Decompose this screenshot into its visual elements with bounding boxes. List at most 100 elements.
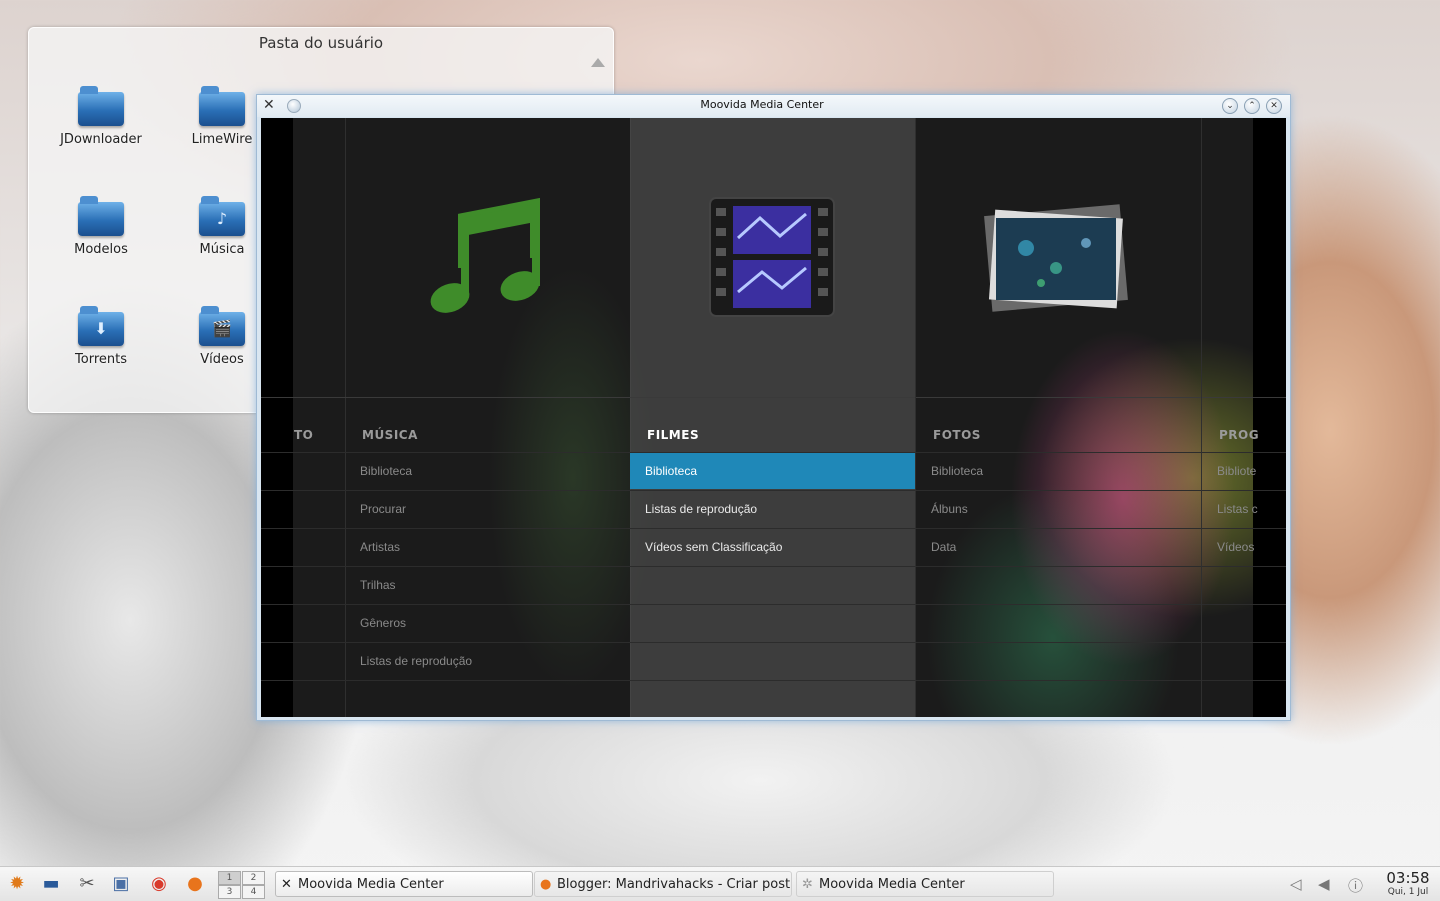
maximize-button[interactable]: ⌃ (1244, 98, 1260, 114)
volume-icon[interactable]: ◀ (1318, 875, 1330, 893)
speaker-muted-icon[interactable]: ◁ (1290, 875, 1302, 893)
folder-label: Modelos (74, 242, 128, 257)
pager-desktop-1[interactable]: 1 (218, 871, 241, 885)
pager-desktop-4[interactable]: 4 (242, 885, 265, 899)
list-item[interactable]: Biblioteca (345, 452, 630, 489)
list-item[interactable] (916, 604, 1201, 641)
list-item[interactable] (261, 490, 345, 527)
column-art (1202, 118, 1286, 398)
moovida-icon: ✕ (281, 877, 292, 892)
list-item[interactable] (345, 680, 630, 717)
folder-download-icon: ⬇ (78, 306, 124, 346)
column-header: PROG (1219, 428, 1260, 442)
list-item[interactable] (1202, 680, 1286, 717)
column-partial-left[interactable]: TO (261, 118, 346, 717)
list-item[interactable]: Listas de reprodução (345, 642, 630, 679)
list-item[interactable] (630, 642, 915, 679)
list-item[interactable]: Bibliote (1202, 452, 1286, 489)
taskbar: ✹ ▬ ✂ ▣ ◉ ● 1 2 3 4 ✕ Moovida Media Cent… (0, 866, 1440, 901)
film-strip-icon (709, 197, 835, 317)
firefox-icon[interactable]: ● (182, 873, 208, 895)
column-filmes[interactable]: FILMES Biblioteca Listas de reprodução V… (630, 118, 916, 717)
close-button[interactable]: ✕ (1266, 98, 1282, 114)
list-item[interactable] (1202, 566, 1286, 603)
firefox-icon: ● (540, 877, 552, 892)
list-item[interactable]: Biblioteca (916, 452, 1201, 489)
list-item[interactable] (630, 680, 915, 717)
list-item[interactable] (261, 452, 345, 489)
music-art (345, 118, 630, 398)
folder-videos-icon: 🎬 (199, 306, 245, 346)
column-header: MÚSICA (362, 428, 418, 442)
desktop-pager: 1 2 3 4 (218, 870, 266, 899)
column-header: FOTOS (933, 428, 981, 442)
task-moovida[interactable]: ✕ Moovida Media Center (275, 871, 533, 897)
system-settings-icon[interactable]: ▣ (108, 873, 134, 895)
list-item[interactable] (261, 680, 345, 717)
list-item[interactable]: Data (916, 528, 1201, 565)
column-programas[interactable]: PROG Bibliote Listas c Vídeos (1202, 118, 1286, 717)
media-center-panel: TO MÚSICA Biblioteca Procurar Artistas T… (261, 118, 1286, 717)
task-label: Blogger: Mandrivahacks - Criar post ao (557, 877, 792, 892)
folder-item-torrents[interactable]: ⬇ Torrents (46, 306, 156, 367)
pager-desktop-3[interactable]: 3 (218, 885, 241, 899)
window-titlebar[interactable]: ✕ Moovida Media Center ⌄ ⌃ ✕ (257, 95, 1290, 117)
kde-menu-icon[interactable]: ✹ (4, 873, 30, 895)
loading-icon: ✲ (802, 877, 813, 892)
task-label: Moovida Media Center (819, 877, 965, 892)
list-item[interactable]: Trilhas (345, 566, 630, 603)
tools-icon[interactable]: ✂ (74, 873, 100, 895)
folder-music-icon: ♪ (199, 196, 245, 236)
list-item[interactable]: Procurar (345, 490, 630, 527)
minimize-button[interactable]: ⌄ (1222, 98, 1238, 114)
task-blogger[interactable]: ● Blogger: Mandrivahacks - Criar post ao (534, 871, 792, 897)
column-musica[interactable]: MÚSICA Biblioteca Procurar Artistas Tril… (345, 118, 631, 717)
task-label: Moovida Media Center (298, 877, 444, 892)
list-item[interactable] (261, 642, 345, 679)
folder-icon (78, 86, 124, 126)
list-item[interactable]: Gêneros (345, 604, 630, 641)
clock[interactable]: 03:58 Qui, 1 Jul (1380, 869, 1436, 898)
list-item[interactable] (1202, 642, 1286, 679)
folder-item-modelos[interactable]: Modelos (46, 196, 156, 257)
list-item[interactable] (916, 680, 1201, 717)
list-item-selected[interactable]: Biblioteca (630, 452, 915, 489)
column-header: TO (294, 428, 314, 442)
scroll-up-arrow-icon[interactable] (591, 58, 605, 67)
list-item[interactable]: Vídeos (1202, 528, 1286, 565)
folder-label: Torrents (75, 352, 127, 367)
chrome-icon[interactable]: ◉ (146, 873, 172, 895)
list-item[interactable] (630, 566, 915, 603)
task-moovida-loading[interactable]: ✲ Moovida Media Center (796, 871, 1054, 897)
list-item[interactable]: Listas de reprodução (630, 490, 915, 527)
window-title: Moovida Media Center (700, 98, 824, 111)
column-header: FILMES (647, 428, 700, 442)
list-item[interactable] (261, 528, 345, 565)
moovida-window: ✕ Moovida Media Center ⌄ ⌃ ✕ TO MÚSICA B… (256, 94, 1291, 721)
column-fotos[interactable]: FOTOS Biblioteca Álbuns Data (916, 118, 1202, 717)
list-item[interactable] (1202, 604, 1286, 641)
list-item[interactable]: Listas c (1202, 490, 1286, 527)
clock-date: Qui, 1 Jul (1387, 887, 1429, 897)
list-item[interactable] (916, 642, 1201, 679)
film-art (630, 118, 915, 398)
list-item[interactable] (916, 566, 1201, 603)
desktop-icon[interactable]: ▬ (38, 873, 64, 895)
folder-label: JDownloader (60, 132, 142, 147)
media-center-view: TO MÚSICA Biblioteca Procurar Artistas T… (261, 118, 1286, 717)
list-item[interactable] (261, 566, 345, 603)
list-item[interactable]: Artistas (345, 528, 630, 565)
photo-art (916, 118, 1201, 398)
info-icon[interactable]: ⓘ (1348, 875, 1363, 896)
pager-desktop-2[interactable]: 2 (242, 871, 265, 885)
list-item[interactable]: Álbuns (916, 490, 1201, 527)
folder-icon (199, 86, 245, 126)
folder-view-title: Pasta do usuário (258, 34, 384, 52)
list-item[interactable]: Vídeos sem Classificação (630, 528, 915, 565)
folder-templates-icon (78, 196, 124, 236)
clock-time: 03:58 (1386, 869, 1430, 887)
folder-item-jdownloader[interactable]: JDownloader (46, 86, 156, 147)
list-item[interactable] (630, 604, 915, 641)
photo-stack-icon (984, 204, 1128, 312)
list-item[interactable] (261, 604, 345, 641)
